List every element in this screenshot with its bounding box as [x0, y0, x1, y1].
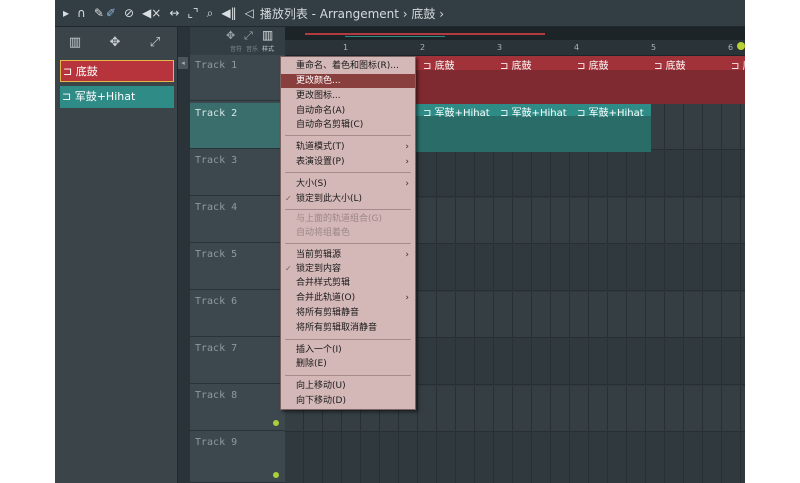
submenu-arrow-icon: › [405, 157, 409, 167]
picker-panel: ▥ ✥ ⤢ ⊐ 底鼓 ⊐ 军鼓+Hihat [55, 27, 178, 483]
pattern-clip-icon: ⊐ [62, 90, 75, 103]
track-header[interactable]: Track 1 [190, 55, 285, 101]
menu-separator [285, 172, 411, 173]
audio-icon[interactable]: ◀‖ [221, 0, 236, 26]
menu-item-move-up[interactable]: 向上移动(U) [281, 379, 415, 393]
menu-item-change-icon[interactable]: 更改图标... [281, 89, 415, 103]
menu-item-unmute-all-clips[interactable]: 将所有剪辑取消静音 [281, 321, 415, 335]
zoom-icon[interactable]: ⌕ [207, 0, 214, 26]
header-small-label: 音乐 [246, 46, 259, 53]
menu-separator [285, 339, 411, 340]
pattern-clip[interactable]: ⊐ 军鼓+Hihat [420, 104, 497, 152]
slip-icon[interactable]: ↔ [169, 0, 179, 26]
menu-separator [285, 135, 411, 136]
track-header-toolbar: ✥ ⤢ ▥ 音符 音乐 样式 [190, 27, 285, 55]
track-header[interactable]: Track 4 [190, 197, 285, 243]
playlist-window: ▸ ∩ ✎ ✐ ⊘ ◀× ↔ ⌞⌝ ⌕ ◀‖ ◁ 播放列表 - Arrangem… [55, 0, 745, 483]
picker-clip-snare-hihat[interactable]: ⊐ 军鼓+Hihat [60, 86, 174, 108]
bar-number: 3 [497, 43, 503, 52]
picker-toolbar: ▥ ✥ ⤢ [55, 27, 177, 57]
pattern-clip-icon: ⊐ 底鼓 [423, 61, 455, 72]
menu-item-auto-name-clips[interactable]: 自动命名剪辑(C) [281, 118, 415, 132]
track-header[interactable]: Track 8 [190, 385, 285, 431]
pattern-icon[interactable]: ▥ [55, 35, 95, 50]
grid-row [285, 433, 745, 483]
track-enable-led[interactable] [273, 472, 279, 478]
menu-item-performance-settings[interactable]: 表演设置(P) › [281, 155, 415, 169]
menu-item-move-down[interactable]: 向下移动(D) [281, 394, 415, 408]
pattern-clip-icon: ⊐ [63, 65, 76, 78]
menu-item-delete[interactable]: 删除(E) [281, 357, 415, 371]
menu-item-group-with-above[interactable]: 与上面的轨道组合(G) [281, 212, 415, 226]
menu-item-size[interactable]: 大小(S) › [281, 177, 415, 191]
play-arrow-icon[interactable]: ▸ [63, 0, 69, 26]
bar-number: 1 [343, 43, 349, 52]
submenu-arrow-icon: › [405, 293, 409, 303]
tool-icon[interactable]: ⤢ [244, 29, 253, 43]
timeline-ruler[interactable]: 1 2 3 4 5 6 [285, 40, 745, 56]
brush-icon[interactable]: ✐ [106, 0, 116, 26]
menu-item-mute-all-clips[interactable]: 将所有剪辑静音 [281, 306, 415, 320]
menu-item-merge-pattern-clips[interactable]: 合并样式剪辑 [281, 276, 415, 290]
track-header[interactable]: Track 5 [190, 244, 285, 290]
select-icon[interactable]: ⌞⌝ [187, 0, 198, 26]
pattern-clip[interactable]: ⊐ 底鼓 [574, 56, 651, 104]
menu-item-auto-name[interactable]: 自动命名(A) [281, 104, 415, 118]
pattern-clip[interactable]: ⊐ 底鼓 [497, 56, 574, 104]
move-icon[interactable]: ✥ [95, 35, 135, 50]
overview-clip-strip [345, 36, 445, 37]
menu-item-change-color[interactable]: 更改颜色... [281, 74, 415, 88]
playlist-overview[interactable] [285, 27, 745, 40]
bar-number: 6 [728, 43, 734, 52]
menu-separator [285, 243, 411, 244]
menu-item-current-clip-source[interactable]: 当前剪辑源 › [281, 248, 415, 262]
menu-item-track-mode[interactable]: 轨道模式(T) › [281, 140, 415, 154]
menu-separator [285, 209, 411, 210]
bar-number: 5 [651, 43, 657, 52]
pencil-icon[interactable]: ✎ [94, 0, 104, 26]
track-header[interactable]: Track 6 [190, 291, 285, 337]
checkmark-icon: ✓ [285, 264, 292, 273]
mute-icon[interactable]: ◀× [142, 0, 161, 26]
title-bar: ▸ ∩ ✎ ✐ ⊘ ◀× ↔ ⌞⌝ ⌕ ◀‖ ◁ 播放列表 - Arrangem… [55, 0, 745, 27]
track-header[interactable]: Track 2 [190, 103, 285, 149]
header-small-label: 样式 [262, 46, 275, 53]
bar-number: 4 [574, 43, 580, 52]
menu-item-consolidate-track[interactable]: 合并此轨道(O) › [281, 291, 415, 305]
speaker-icon[interactable]: ◁ [245, 0, 254, 26]
pattern-clip[interactable]: ⊐ 底鼓 [651, 56, 728, 104]
track-header[interactable]: Track 9 [190, 432, 285, 483]
pattern-clip[interactable]: ⊐ 底鼓 [728, 56, 745, 104]
window-title: 播放列表 - Arrangement › 底鼓 › [259, 6, 445, 21]
automation-icon[interactable]: ⤢ [135, 35, 175, 50]
track-enable-led[interactable] [273, 420, 279, 426]
menu-separator [285, 375, 411, 376]
menu-item-lock-to-content[interactable]: ✓ 锁定到内容 [281, 262, 415, 276]
track-header-column: Track 1 Track 2 Track 3 Track 4 Track 5 … [190, 55, 285, 483]
submenu-arrow-icon: › [405, 250, 409, 260]
bar-number: 2 [420, 43, 426, 52]
pattern-clip[interactable]: ⊐ 底鼓 [420, 56, 497, 104]
menu-item-rename[interactable]: 重命名、着色和图标(R)... [281, 59, 415, 73]
track-header[interactable]: Track 3 [190, 150, 285, 196]
pattern-clip[interactable]: ⊐ 军鼓+Hihat [574, 104, 651, 152]
submenu-arrow-icon: › [405, 142, 409, 152]
overview-clip-strip [305, 33, 545, 35]
scroll-arrow-icon[interactable]: ◂ [178, 57, 188, 69]
tool-icon[interactable]: ✥ [226, 29, 235, 42]
checkmark-icon: ✓ [285, 194, 292, 203]
submenu-arrow-icon: › [405, 179, 409, 189]
menu-item-lock-size[interactable]: ✓ 锁定到此大小(L) [281, 192, 415, 206]
no-icon[interactable]: ⊘ [124, 0, 134, 26]
track-context-menu: 重命名、着色和图标(R)... 更改颜色... 更改图标... 自动命名(A) … [280, 56, 416, 410]
tool-icon[interactable]: ▥ [262, 28, 273, 42]
menu-item-auto-color-group[interactable]: 自动将组着色 [281, 226, 415, 240]
picker-clip-kick[interactable]: ⊐ 底鼓 [60, 60, 174, 82]
track-header[interactable]: Track 7 [190, 338, 285, 384]
scroll-handle-icon[interactable] [737, 42, 745, 50]
magnet-icon[interactable]: ∩ [77, 0, 86, 26]
menu-item-insert-one[interactable]: 插入一个(I) [281, 343, 415, 357]
pattern-clip[interactable]: ⊐ 军鼓+Hihat [497, 104, 574, 152]
header-small-label: 音符 [230, 46, 243, 53]
